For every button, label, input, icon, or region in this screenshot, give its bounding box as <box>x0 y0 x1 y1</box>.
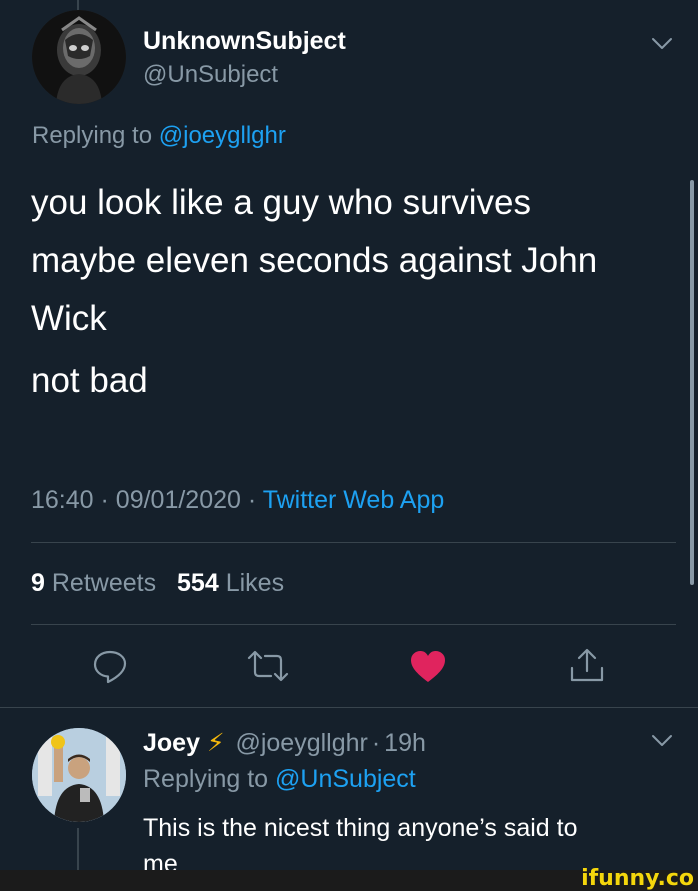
tweet-text-line: not bad <box>31 361 148 400</box>
reply-header: Joey ⚡ @joeygllghr · 19h <box>143 728 426 758</box>
tweet-text-line: Wick <box>31 299 107 338</box>
reply-author-avatar[interactable] <box>32 728 126 822</box>
reply-display-name[interactable]: Joey <box>143 729 200 757</box>
person-avatar-image <box>32 728 126 822</box>
reply-text-line: This is the nicest thing anyone’s said t… <box>143 814 578 842</box>
author-handle[interactable]: @UnSubject <box>143 60 278 90</box>
replying-to-handle-link[interactable]: @UnSubject <box>275 765 416 793</box>
masked-figure-avatar-image <box>32 10 126 104</box>
share-upload-icon[interactable] <box>567 646 607 686</box>
like-count: 554 <box>177 569 219 597</box>
chevron-down-icon[interactable] <box>650 36 674 52</box>
tweet-text-line: you look like a guy who survives <box>31 183 531 222</box>
reply-age[interactable]: 19h <box>384 729 426 757</box>
replying-to-label: Replying to <box>32 122 153 149</box>
meta-separator: · <box>100 486 109 514</box>
lightning-emoji-icon: ⚡ <box>206 729 225 757</box>
tweet-date[interactable]: 09/01/2020 <box>116 486 241 514</box>
replying-to-line: Replying to @joeygllghr <box>32 121 286 151</box>
like-stat[interactable]: 554 Likes <box>177 569 284 597</box>
retweet-label: Retweets <box>51 569 157 597</box>
reply-replying-to-line: Replying to @UnSubject <box>143 764 416 794</box>
tweet-stats: 9 Retweets 554 Likes <box>31 567 284 599</box>
speech-bubble-icon[interactable] <box>90 646 130 686</box>
divider <box>0 707 698 708</box>
like-label: Likes <box>225 569 285 597</box>
chevron-down-icon[interactable] <box>650 733 674 749</box>
heart-icon[interactable] <box>408 648 448 686</box>
reply-handle[interactable]: @joeygllghr <box>235 729 367 757</box>
retweet-count: 9 <box>31 569 45 597</box>
replying-to-label: Replying to <box>143 765 269 793</box>
retweet-stat[interactable]: 9 Retweets <box>31 569 163 597</box>
tweet-text: you look like a guy who survives maybe e… <box>31 174 597 410</box>
replying-to-handle-link[interactable]: @joeygllghr <box>159 122 286 149</box>
divider <box>31 624 676 625</box>
thread-line-top <box>77 0 79 10</box>
retweet-arrows-icon[interactable] <box>245 646 291 686</box>
divider <box>31 542 676 543</box>
tweet-client-link[interactable]: Twitter Web App <box>263 486 445 514</box>
tweet-time[interactable]: 16:40 <box>31 486 94 514</box>
meta-separator: · <box>247 486 257 514</box>
tweet-meta: 16:40 · 09/01/2020 · Twitter Web App <box>31 484 444 516</box>
tweet-text-line: maybe eleven seconds against John <box>31 241 598 280</box>
author-display-name[interactable]: UnknownSubject <box>143 26 346 56</box>
author-avatar[interactable] <box>32 10 126 104</box>
scrollbar-thumb[interactable] <box>690 180 694 585</box>
meta-separator: · <box>371 729 381 757</box>
ifunny-watermark: ifunny.co <box>581 866 694 891</box>
